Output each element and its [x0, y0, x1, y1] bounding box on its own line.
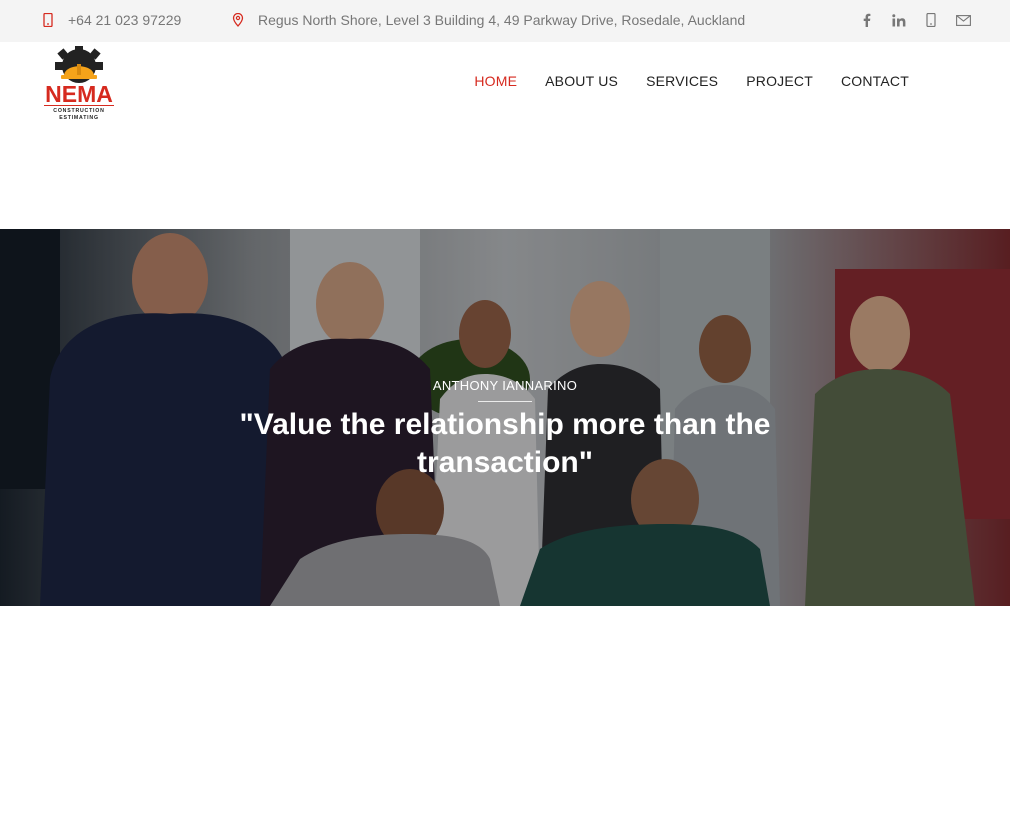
logo-line2: ESTIMATING: [59, 115, 99, 121]
phone-contact[interactable]: +64 21 023 97229: [40, 12, 181, 28]
nav-project[interactable]: PROJECT: [746, 73, 813, 89]
quote-author: ANTHONY IANNARINO: [432, 378, 578, 393]
hero-quote: "Value the relationship more than the tr…: [239, 408, 771, 479]
social-links: [858, 11, 972, 29]
address-text: Regus North Shore, Level 3 Building 4, 4…: [258, 12, 746, 28]
facebook-icon[interactable]: [858, 11, 876, 29]
hero-banner: ANTHONY IANNARINO "Value the relationshi…: [0, 229, 1010, 606]
main-nav: HOME ABOUT US SERVICES PROJECT CONTACT: [474, 73, 909, 89]
logo-wordmark: NEMA: [45, 81, 113, 107]
nema-logo[interactable]: NEMA CONSTRUCTION ESTIMATING: [40, 46, 118, 122]
logo-line1: CONSTRUCTION: [53, 108, 104, 114]
nav-about-us[interactable]: ABOUT US: [545, 73, 618, 89]
mobile-icon[interactable]: [922, 11, 940, 29]
location-pin-icon: [230, 12, 246, 28]
address-contact: Regus North Shore, Level 3 Building 4, 4…: [230, 12, 745, 28]
site-header: NEMA CONSTRUCTION ESTIMATING HOME ABOUT …: [0, 42, 1010, 124]
phone-icon: [40, 12, 56, 28]
quote-divider: [478, 401, 532, 402]
mail-icon[interactable]: [954, 11, 972, 29]
phone-number: +64 21 023 97229: [68, 12, 182, 28]
nav-contact[interactable]: CONTACT: [841, 73, 909, 89]
nav-services[interactable]: SERVICES: [646, 73, 718, 89]
nav-home[interactable]: HOME: [474, 73, 517, 89]
linkedin-icon[interactable]: [890, 11, 908, 29]
top-info-bar: +64 21 023 97229 Regus North Shore, Leve…: [0, 0, 1010, 42]
